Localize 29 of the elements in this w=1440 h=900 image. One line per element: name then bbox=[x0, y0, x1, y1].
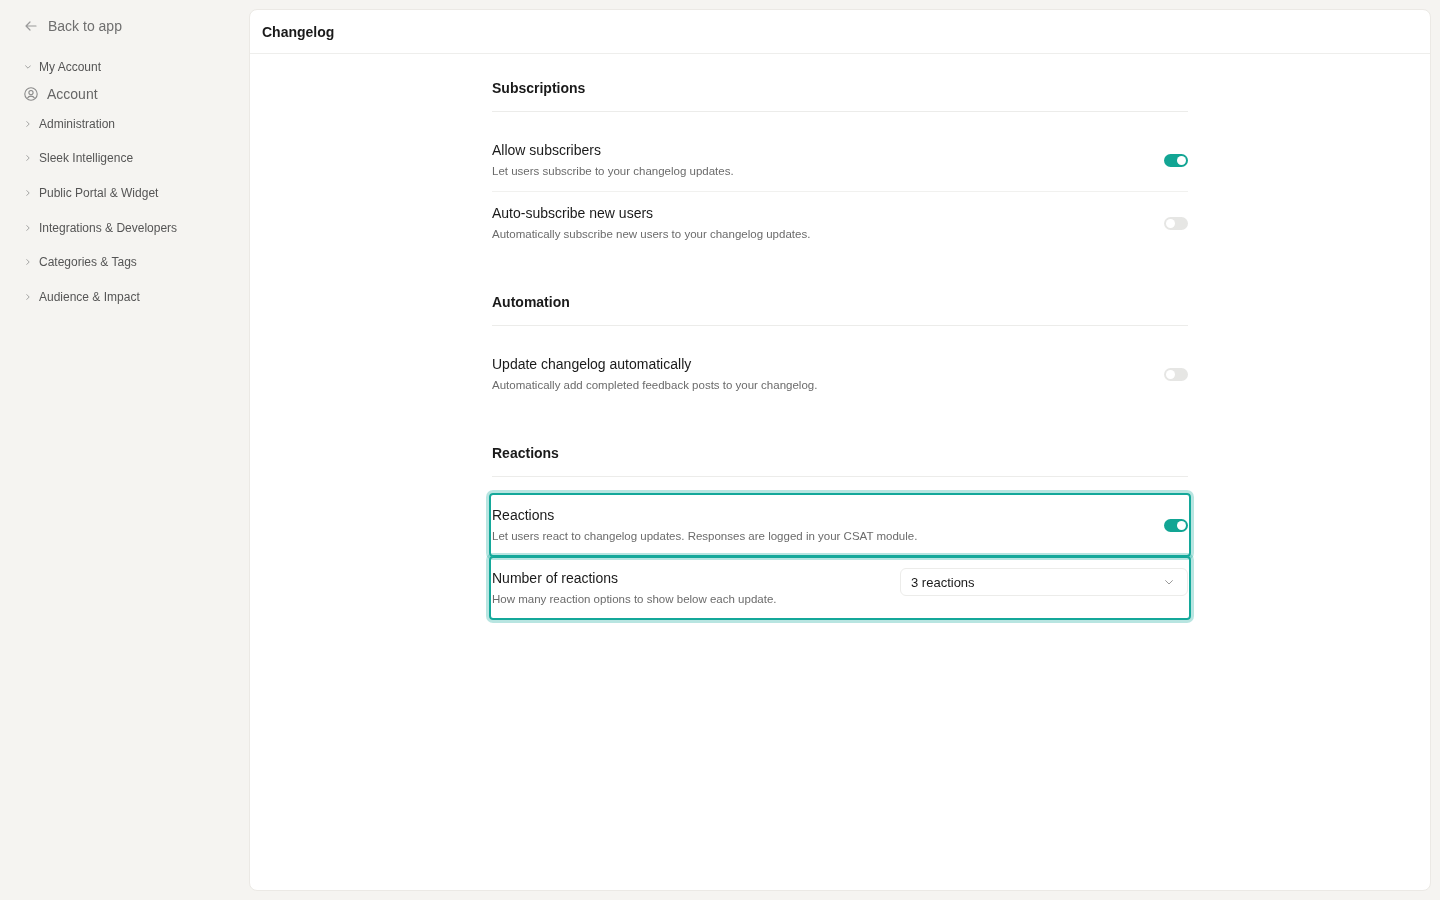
user-circle-icon bbox=[24, 86, 38, 101]
sidebar-group[interactable]: Categories & Tags bbox=[24, 244, 137, 280]
setting-title: Allow subscribers bbox=[492, 141, 602, 160]
setting-description: Let users react to changelog updates. Responses are logged in your CSAT module. bbox=[492, 529, 918, 544]
section-heading: Subscriptions bbox=[492, 78, 1188, 112]
arrow-left-icon bbox=[25, 21, 37, 31]
select-field[interactable]: 3 reactions bbox=[900, 568, 1188, 596]
sidebar-group[interactable]: Administration bbox=[24, 106, 116, 142]
toggle-switch[interactable] bbox=[1164, 153, 1188, 167]
sidebar-group[interactable]: Integrations & Developers bbox=[24, 210, 178, 245]
toggle-switch[interactable] bbox=[1164, 367, 1188, 381]
section-heading: Automation bbox=[492, 292, 1188, 326]
sidebar-group[interactable]: Public Portal & Widget bbox=[24, 175, 159, 211]
back-link[interactable]: Back to app bbox=[24, 16, 122, 36]
setting-title: Auto-subscribe new users bbox=[492, 204, 655, 223]
setting-title: Reactions bbox=[492, 506, 556, 525]
setting-title: Update changelog automatically bbox=[492, 355, 693, 374]
toggle-switch[interactable] bbox=[1164, 216, 1188, 230]
sidebar-group[interactable]: Audience & Impact bbox=[24, 279, 140, 315]
section-heading: Reactions bbox=[492, 443, 1188, 477]
setting-description: How many reaction options to show below each update. bbox=[492, 592, 777, 607]
chevron-down-icon bbox=[1165, 579, 1173, 585]
setting-description: Automatically subscribe new users to your changelog updates. bbox=[492, 227, 811, 242]
setting-description: Let users subscribe to your changelog updates. bbox=[492, 164, 734, 179]
toggle-switch[interactable] bbox=[1164, 518, 1188, 532]
sidebar-group[interactable]: Sleek Intelligence bbox=[24, 141, 134, 176]
setting-description: Automatically add completed feedback posts to your changelog. bbox=[492, 378, 818, 393]
setting-title: Number of reactions bbox=[492, 569, 620, 588]
page-title: Changelog bbox=[262, 23, 335, 40]
